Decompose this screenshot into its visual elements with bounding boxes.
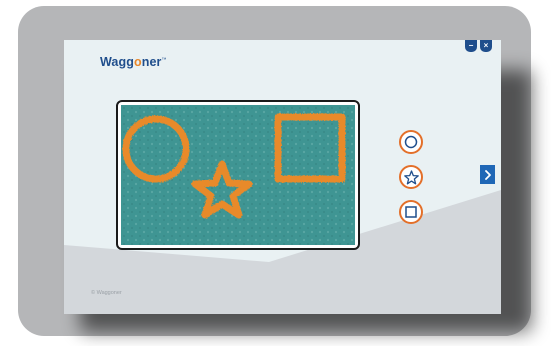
drawing-canvas[interactable]: [118, 102, 358, 248]
drawing-board[interactable]: [116, 100, 360, 250]
minimize-button[interactable]: −: [465, 40, 477, 52]
next-button[interactable]: [480, 165, 495, 184]
star-icon: [403, 169, 419, 184]
waggoner-logo: Waggoner™: [100, 55, 167, 69]
circle-icon: [404, 135, 418, 149]
close-button[interactable]: ×: [480, 40, 492, 52]
circle-shape-button[interactable]: [399, 130, 423, 154]
app-window: Waggoner™ − × © Waggoner: [64, 40, 501, 314]
copyright-text: © Waggoner: [91, 290, 122, 296]
window-controls: − ×: [465, 40, 492, 52]
square-shape-button[interactable]: [399, 200, 423, 224]
star-shape-button[interactable]: [399, 165, 423, 189]
chevron-right-icon: [484, 169, 491, 180]
teal-texture: [121, 105, 355, 245]
square-icon: [405, 206, 417, 218]
